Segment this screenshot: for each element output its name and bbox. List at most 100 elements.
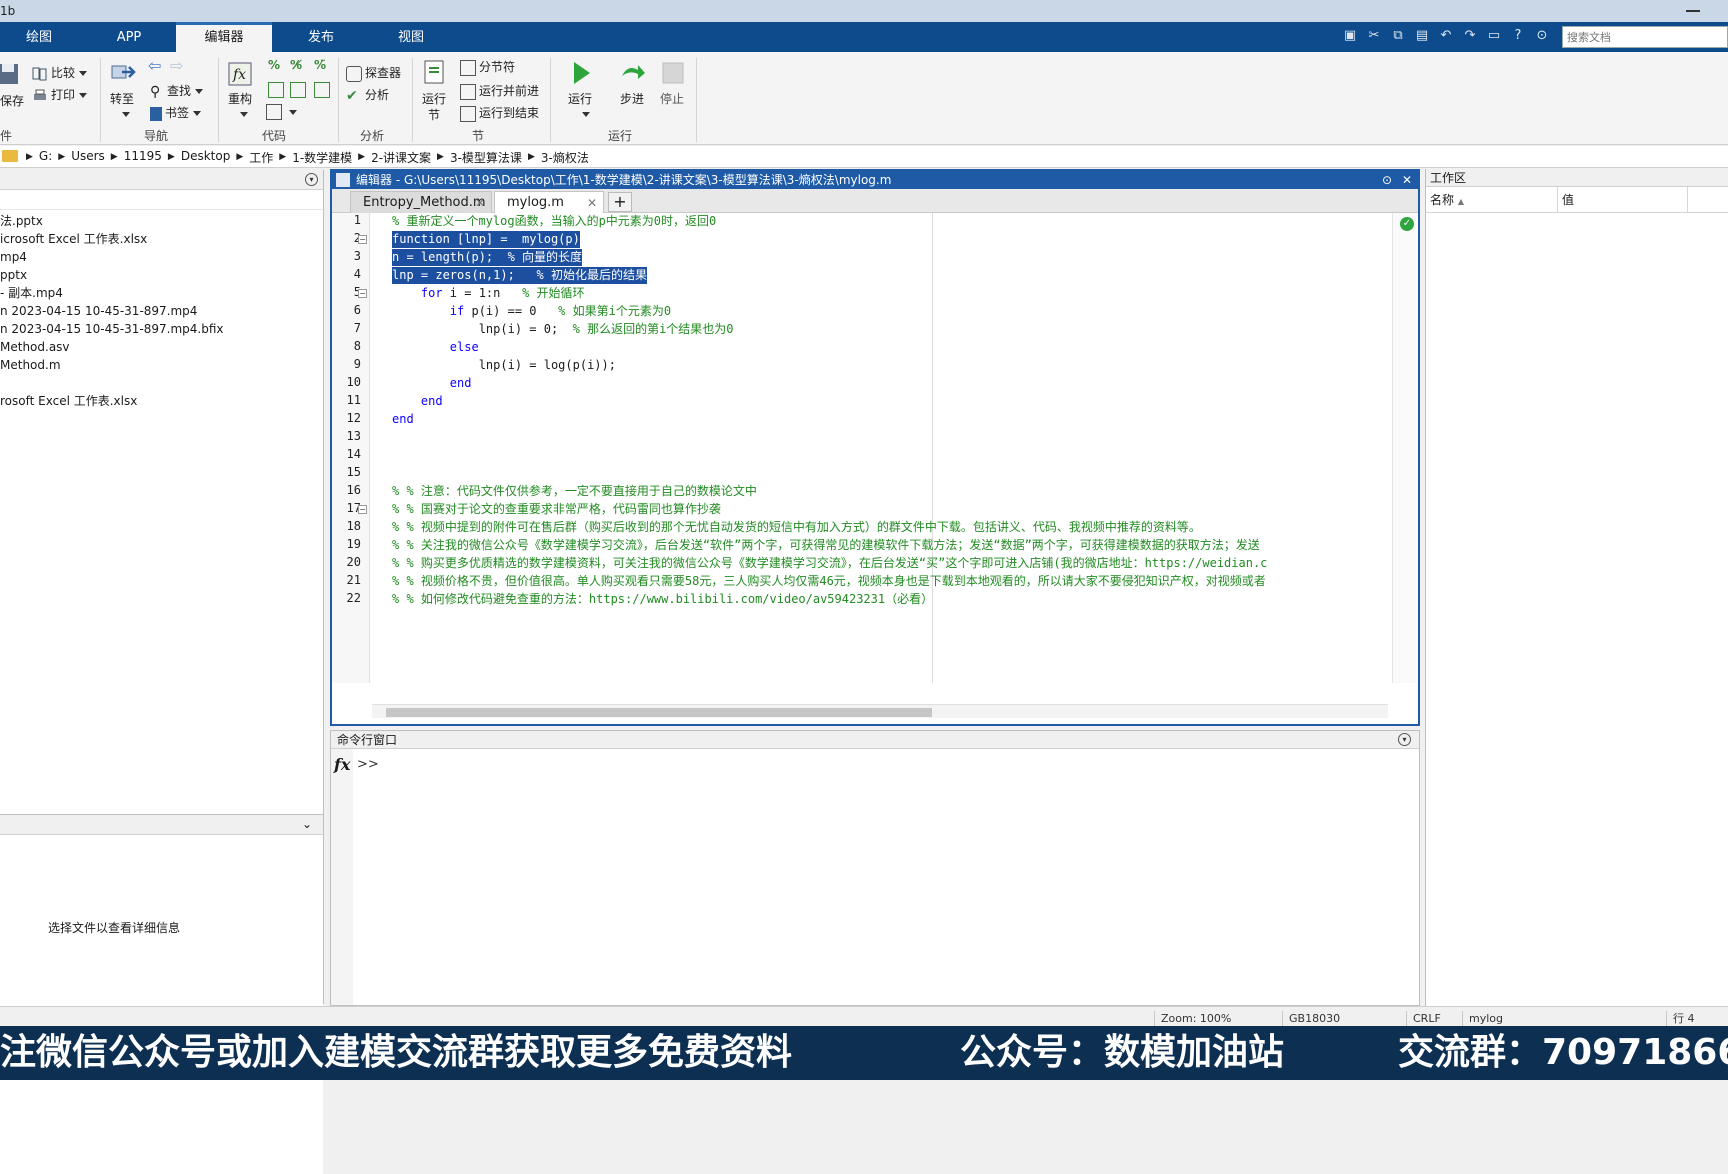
run-and-advance-button[interactable]: 运行并前进 — [460, 82, 539, 100]
breadcrumb-separator[interactable]: ▶ — [234, 149, 245, 166]
fold-toggle[interactable]: − — [358, 235, 367, 244]
column-value[interactable]: 值 — [1558, 187, 1688, 213]
file-item[interactable]: 法.pptx — [0, 212, 224, 230]
indent-icon[interactable] — [268, 82, 287, 98]
section-break-button[interactable]: 分节符 — [460, 58, 515, 76]
breadcrumb-separator[interactable]: ▶ — [435, 149, 446, 166]
file-item[interactable]: rosoft Excel 工作表.xlsx — [0, 392, 224, 410]
breadcrumb-separator[interactable]: ▶ — [109, 149, 120, 166]
minimize-button[interactable] — [1686, 10, 1700, 12]
comment-icon[interactable]: % — [268, 58, 280, 72]
refactor-button[interactable]: 重构 — [228, 90, 252, 107]
run-section-button[interactable]: 运行 — [422, 90, 446, 107]
fold-toggle[interactable]: − — [358, 505, 367, 514]
file-item[interactable]: pptx — [0, 266, 224, 284]
save-file-icon[interactable] — [0, 60, 24, 90]
chevron-down-icon[interactable] — [240, 112, 248, 117]
new-tab-button[interactable]: + — [608, 192, 632, 212]
file-item[interactable]: n 2023-04-15 10-45-31-897.mp4 — [0, 302, 224, 320]
file-item[interactable]: n 2023-04-15 10-45-31-897.mp4.bfix — [0, 320, 224, 338]
tab-publish[interactable]: 发布 — [286, 22, 356, 52]
save-icon[interactable]: ▣ — [1340, 26, 1360, 46]
close-tab-icon[interactable]: ✕ — [475, 192, 485, 214]
undo-icon[interactable]: ↶ — [1436, 26, 1456, 46]
run-icon[interactable] — [566, 58, 596, 88]
command-prompt[interactable]: >> — [357, 757, 379, 772]
tab-entropy-method[interactable]: Entropy_Method.m ✕ — [350, 191, 492, 213]
run-section-button-line2[interactable]: 节 — [428, 106, 440, 123]
goto-icon[interactable] — [108, 58, 138, 88]
goto-button[interactable]: 转至 — [110, 90, 134, 107]
tab-plots[interactable]: 绘图 — [0, 22, 78, 52]
profiler-button[interactable]: 探查器 — [346, 64, 401, 82]
search-documentation-input[interactable] — [1562, 26, 1728, 48]
paste-icon[interactable]: ▤ — [1412, 26, 1432, 46]
find-button[interactable]: ⚲ 查找 — [150, 82, 204, 100]
smart-indent-icon[interactable] — [290, 82, 309, 98]
panel-options-icon[interactable]: ▾ — [305, 173, 318, 186]
breadcrumb-separator[interactable]: ▶ — [526, 149, 537, 166]
tab-mylog[interactable]: mylog.m ✕ — [494, 191, 604, 214]
switch-windows-icon[interactable]: ▭ — [1484, 26, 1504, 46]
file-item[interactable] — [0, 374, 224, 392]
file-item[interactable]: - 副本.mp4 — [0, 284, 224, 302]
compare-button[interactable]: 比较 — [32, 64, 88, 82]
column-name[interactable]: 名称 ▲ — [1426, 187, 1558, 213]
step-button[interactable]: 步进 — [620, 90, 644, 107]
breadcrumb-item[interactable]: 2-讲课文案 — [367, 149, 435, 166]
stop-icon[interactable] — [658, 58, 688, 88]
editor-options-icon[interactable]: ⊙ — [1382, 171, 1392, 189]
close-tab-icon[interactable]: ✕ — [587, 192, 597, 214]
outdent-icon[interactable] — [314, 82, 333, 98]
fold-toggle[interactable]: − — [358, 289, 367, 298]
help-icon[interactable]: ? — [1508, 26, 1528, 46]
code-editor[interactable]: 1 2 3 4 5 6 7 8 9 10 11 12 13 14 15 16 1… — [332, 213, 1418, 718]
run-to-end-button[interactable]: 运行到结束 — [460, 104, 539, 122]
breadcrumb-item[interactable]: Users — [67, 149, 109, 166]
breadcrumb-item[interactable]: Desktop — [177, 149, 235, 166]
refactor-icon[interactable]: fx — [226, 58, 256, 88]
wrap-comment-icon[interactable]: %̃ — [314, 58, 326, 72]
tab-view[interactable]: 视图 — [372, 22, 450, 52]
print-button[interactable]: 打印 — [32, 86, 88, 104]
insert-function-button[interactable] — [266, 104, 297, 120]
forward-arrow-icon[interactable]: ⇨ — [170, 56, 183, 75]
tab-editor[interactable]: 编辑器 — [176, 22, 272, 52]
file-item[interactable]: Method.asv — [0, 338, 224, 356]
copy-icon[interactable]: ⧉ — [1388, 26, 1408, 46]
expand-icon[interactable]: ⊙ — [1532, 26, 1552, 46]
panel-options-icon[interactable]: ▾ — [1398, 733, 1411, 746]
breadcrumb-separator[interactable]: ▶ — [166, 149, 177, 166]
analyze-button[interactable]: ✔ 分析 — [346, 86, 389, 104]
save-button[interactable]: 保存 — [0, 92, 24, 109]
folder-icon[interactable] — [2, 150, 18, 162]
stop-button[interactable]: 停止 — [660, 90, 684, 107]
breadcrumb-item[interactable]: 3-模型算法课 — [446, 149, 526, 166]
breadcrumb-separator[interactable]: ▶ — [277, 149, 288, 166]
close-icon[interactable]: ✕ — [1402, 171, 1412, 189]
breadcrumb-separator[interactable]: ▶ — [356, 149, 367, 166]
breadcrumb-item[interactable]: 3-熵权法 — [537, 149, 593, 166]
tab-apps[interactable]: APP — [92, 22, 166, 52]
run-button[interactable]: 运行 — [568, 90, 592, 107]
file-item[interactable]: mp4 — [0, 248, 224, 266]
scrollbar-thumb[interactable] — [386, 708, 932, 717]
chevron-down-icon[interactable] — [122, 112, 130, 117]
step-icon[interactable] — [618, 58, 648, 88]
back-arrow-icon[interactable]: ⇦ — [148, 56, 161, 75]
bookmark-button[interactable]: 书签 — [150, 104, 202, 121]
breadcrumb-item[interactable]: 工作 — [245, 149, 277, 166]
function-browser-icon[interactable]: fx — [334, 755, 350, 774]
redo-icon[interactable]: ↷ — [1460, 26, 1480, 46]
file-item[interactable]: icrosoft Excel 工作表.xlsx — [0, 230, 224, 248]
file-item[interactable]: Method.m — [0, 356, 224, 374]
command-window[interactable]: 命令行窗口 ▾ fx >> — [330, 730, 1420, 1006]
cut-icon[interactable]: ✂ — [1364, 26, 1384, 46]
horizontal-scrollbar[interactable] — [372, 704, 1388, 718]
breadcrumb-item[interactable]: 11195 — [120, 149, 166, 166]
chevron-down-icon[interactable]: ⌄ — [302, 817, 312, 831]
breadcrumb-item[interactable]: 1-数学建模 — [288, 149, 356, 166]
chevron-down-icon[interactable] — [582, 112, 590, 117]
run-section-icon[interactable] — [420, 58, 450, 88]
check-icon[interactable]: ✓ — [1400, 217, 1414, 231]
